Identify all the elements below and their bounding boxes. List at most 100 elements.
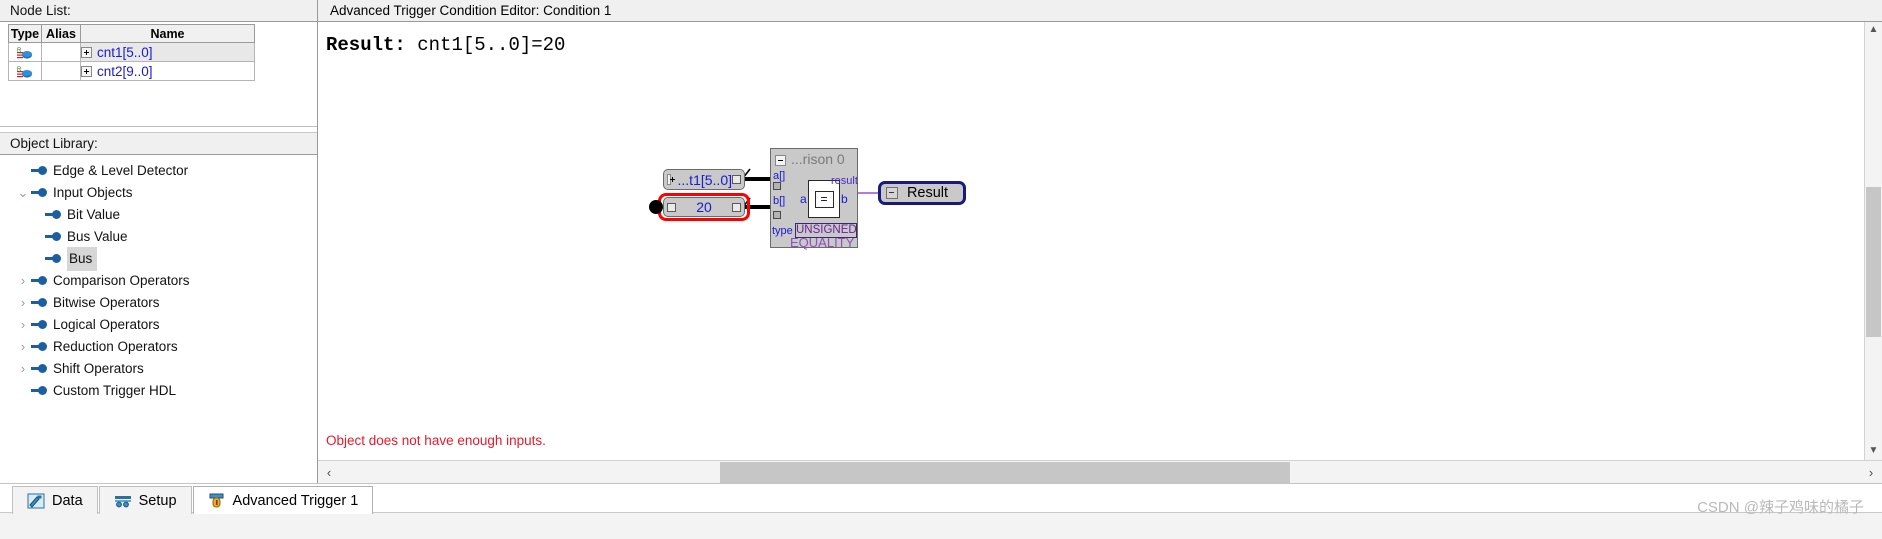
library-item-shift-operators[interactable]: › Shift Operators bbox=[0, 358, 317, 380]
library-item-bus-value[interactable]: Bus Value bbox=[0, 226, 317, 248]
bus-node-icon: R bbox=[17, 65, 33, 79]
operator-port-a-label: a bbox=[800, 192, 807, 206]
tab-setup-label: Setup bbox=[138, 492, 177, 509]
library-item-reduction-operators[interactable]: › Reduction Operators bbox=[0, 336, 317, 358]
vertical-scroll-thumb[interactable] bbox=[1866, 187, 1881, 337]
object-pin-icon bbox=[30, 187, 48, 199]
scroll-down-arrow[interactable]: ▼ bbox=[1865, 443, 1882, 460]
object-pin-icon bbox=[30, 275, 48, 287]
object-pin-icon bbox=[30, 165, 48, 177]
node-type-cell: R bbox=[8, 42, 42, 62]
column-header-type[interactable]: Type bbox=[8, 24, 42, 43]
node-list-header-row: Type Alias Name bbox=[8, 24, 255, 43]
library-item-comparison-operators[interactable]: › Comparison Operators bbox=[0, 270, 317, 292]
object-library-header: Object Library: bbox=[0, 133, 317, 155]
node-alias-cell bbox=[41, 42, 81, 62]
editor-horizontal-scrollbar[interactable]: ‹ › bbox=[318, 460, 1882, 483]
chevron-down-icon[interactable]: ⌄ bbox=[16, 182, 30, 204]
tab-strip-background bbox=[0, 512, 1882, 539]
diagram-value-node[interactable]: 20 bbox=[663, 197, 745, 217]
plus-box-icon[interactable] bbox=[81, 66, 92, 78]
block-diagram: ...t1[5..0] 20 ...rison 0 a[] b[] = a b … bbox=[318, 22, 1864, 460]
left-panel: Node List: Type Alias Name R cnt1[5..0] … bbox=[0, 0, 318, 483]
signaltap-advanced-trigger-window: Node List: Type Alias Name R cnt1[5..0] … bbox=[0, 0, 1882, 539]
editor-title: Advanced Trigger Condition Editor: Condi… bbox=[318, 0, 1882, 22]
diagram-result-label: Result bbox=[906, 185, 949, 201]
chevron-right-icon[interactable]: › bbox=[16, 270, 30, 292]
drag-anchor-dot[interactable] bbox=[649, 200, 663, 214]
table-row[interactable]: R bbox=[8, 42, 255, 62]
tab-advanced-trigger-1[interactable]: Advanced Trigger 1 bbox=[192, 486, 374, 514]
library-item-label: Bus Value bbox=[67, 229, 128, 244]
library-item-label: Bitwise Operators bbox=[53, 295, 160, 310]
horizontal-scroll-thumb[interactable] bbox=[720, 461, 1290, 483]
horizontal-scroll-track[interactable] bbox=[340, 461, 1860, 483]
tab-data-label: Data bbox=[52, 492, 83, 509]
node-alias-cell bbox=[41, 61, 81, 81]
object-pin-icon bbox=[30, 363, 48, 375]
library-item-label: Custom Trigger HDL bbox=[53, 383, 177, 398]
comparison-block[interactable]: ...rison 0 a[] b[] = a b result type UNS… bbox=[770, 148, 858, 250]
node-name-cell[interactable]: cnt2[9..0] bbox=[80, 61, 255, 81]
node-name-cell[interactable]: cnt1[5..0] bbox=[80, 42, 255, 62]
scroll-up-arrow[interactable]: ▲ bbox=[1865, 22, 1882, 39]
tab-setup[interactable]: Setup bbox=[98, 486, 192, 514]
equality-operator-symbol: = bbox=[814, 190, 834, 208]
wires-layer bbox=[735, 168, 918, 225]
output-port[interactable] bbox=[732, 175, 741, 184]
object-pin-icon bbox=[30, 297, 48, 309]
comparison-input-b-label: b[] bbox=[773, 195, 786, 207]
comparison-block-title: ...rison 0 bbox=[775, 151, 845, 167]
library-item-label: Comparison Operators bbox=[53, 273, 190, 288]
chevron-placeholder-icon: › bbox=[16, 160, 30, 182]
library-item-label: Reduction Operators bbox=[53, 339, 178, 354]
plus-box-icon[interactable] bbox=[81, 47, 92, 59]
scroll-left-arrow[interactable]: ‹ bbox=[318, 462, 340, 483]
column-header-name[interactable]: Name bbox=[80, 24, 255, 43]
condition-canvas[interactable]: Result: cnt1[5..0]=20 ...t1[5..0] 20 ...… bbox=[318, 22, 1864, 460]
bottom-tab-strip: Data Setup Advanced Trigger 1 CSDN @辣子鸡味… bbox=[0, 483, 1882, 539]
table-row[interactable]: R bbox=[8, 61, 255, 81]
output-port[interactable] bbox=[732, 202, 741, 212]
comparison-operation-label: EQUALITY bbox=[790, 235, 855, 250]
node-name-label: cnt2[9..0] bbox=[97, 63, 153, 79]
input-port[interactable] bbox=[667, 202, 676, 212]
chevron-right-icon[interactable]: › bbox=[16, 314, 30, 336]
object-pin-icon bbox=[44, 253, 62, 265]
node-list-panel: Node List: Type Alias Name R cnt1[5..0] … bbox=[0, 0, 317, 127]
object-pin-icon bbox=[30, 319, 48, 331]
library-item-label: Bus bbox=[67, 247, 98, 271]
diagram-value-label: 20 bbox=[696, 199, 712, 215]
object-pin-icon bbox=[44, 231, 62, 243]
library-item-custom-trigger-hdl[interactable]: › Custom Trigger HDL bbox=[0, 380, 317, 402]
editor-vertical-scrollbar[interactable]: ▲ ▼ bbox=[1864, 22, 1882, 460]
chevron-right-icon[interactable]: › bbox=[16, 292, 30, 314]
library-item-bus[interactable]: Bus bbox=[0, 247, 317, 271]
column-header-alias[interactable]: Alias bbox=[41, 24, 81, 43]
chevron-right-icon[interactable]: › bbox=[16, 358, 30, 380]
scroll-right-arrow[interactable]: › bbox=[1860, 462, 1882, 483]
comparison-input-a-port[interactable] bbox=[773, 182, 781, 190]
comparison-input-b-port[interactable] bbox=[773, 211, 781, 219]
trigger-condition-editor: Advanced Trigger Condition Editor: Condi… bbox=[318, 0, 1882, 483]
library-item-label: Input Objects bbox=[53, 185, 133, 200]
diagram-input-bus-label: ...t1[5..0] bbox=[677, 171, 732, 188]
library-item-edge-level-detector[interactable]: › Edge & Level Detector bbox=[0, 160, 317, 182]
diagram-input-bus-node[interactable]: ...t1[5..0] bbox=[663, 169, 745, 190]
bus-node-icon: R bbox=[17, 46, 33, 60]
library-item-bitwise-operators[interactable]: › Bitwise Operators bbox=[0, 292, 317, 314]
tab-data[interactable]: Data bbox=[12, 486, 98, 514]
node-type-cell: R bbox=[8, 61, 42, 81]
watermark-text: CSDN @辣子鸡味的橘子 bbox=[1697, 499, 1864, 516]
minus-box-icon[interactable] bbox=[886, 187, 898, 199]
library-item-label: Shift Operators bbox=[53, 361, 144, 376]
library-item-logical-operators[interactable]: › Logical Operators bbox=[0, 314, 317, 336]
minus-box-icon[interactable] bbox=[775, 154, 786, 166]
diagram-result-node[interactable]: Result bbox=[878, 181, 966, 205]
main-body: Node List: Type Alias Name R cnt1[5..0] … bbox=[0, 0, 1882, 483]
library-item-bit-value[interactable]: Bit Value bbox=[0, 204, 317, 226]
plus-box-icon[interactable] bbox=[667, 174, 675, 185]
library-item-input-objects[interactable]: ⌄ Input Objects bbox=[0, 182, 317, 204]
chevron-right-icon[interactable]: › bbox=[16, 336, 30, 358]
error-message: Object does not have enough inputs. bbox=[326, 433, 546, 448]
